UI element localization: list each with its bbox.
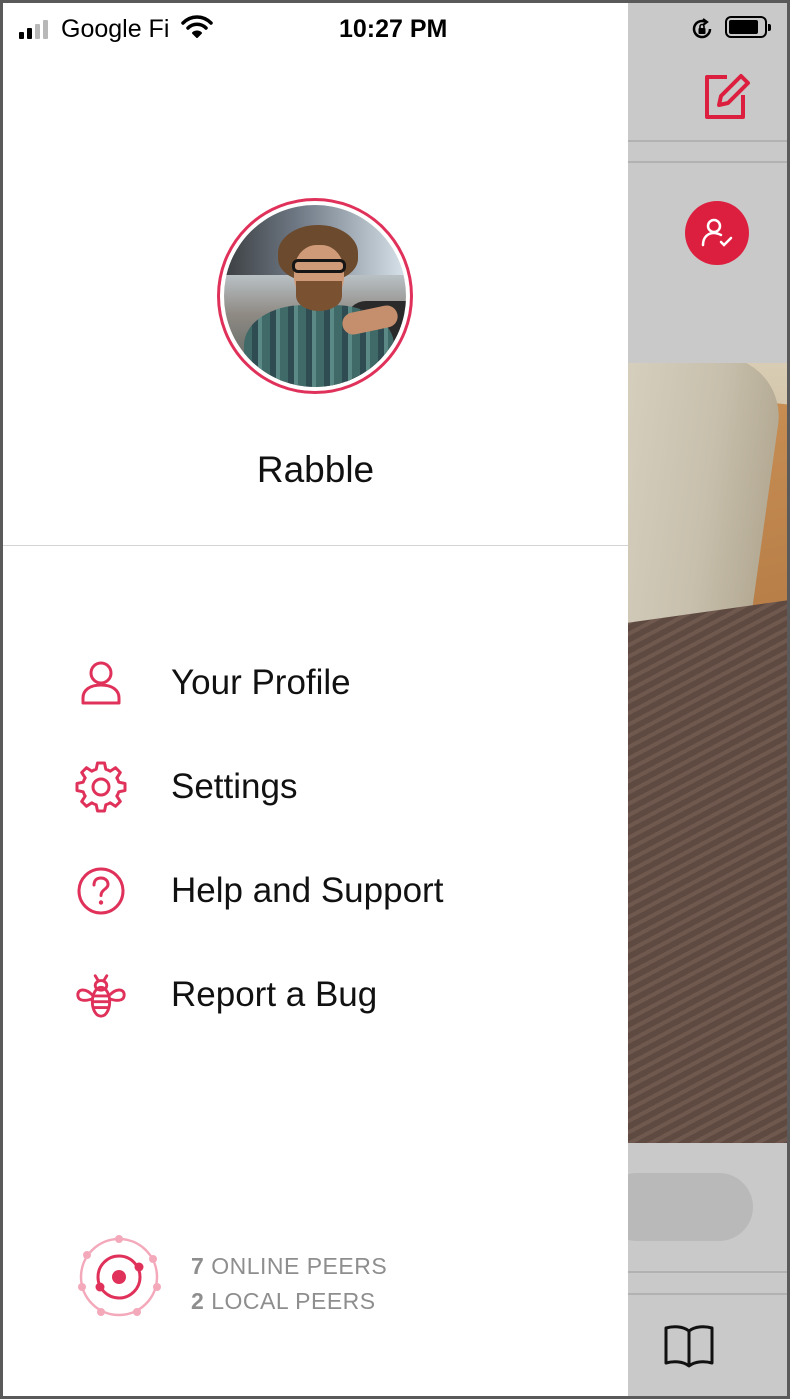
avatar-photo: [224, 205, 406, 387]
background-divider: [628, 1271, 787, 1273]
bug-icon: [75, 969, 127, 1021]
drawer-menu: Your Profile Settings Help and Support R…: [3, 631, 628, 1047]
drawer-divider: [3, 545, 628, 546]
status-time: 10:27 PM: [339, 15, 448, 43]
gear-icon: [75, 761, 127, 813]
menu-item-settings[interactable]: Settings: [3, 735, 628, 839]
peers-text: 7 ONLINE PEERS 2 LOCAL PEERS: [191, 1249, 387, 1319]
menu-label: Help and Support: [171, 871, 444, 910]
peers-network-icon: [73, 1231, 165, 1328]
compose-icon[interactable]: [697, 67, 753, 123]
online-peers-label: ONLINE PEERS: [211, 1253, 388, 1279]
status-bar: Google Fi 10:27 PM: [3, 3, 787, 55]
rotation-lock-icon: [690, 17, 714, 46]
local-peers-line: 2 LOCAL PEERS: [191, 1284, 387, 1319]
peer-status-badge[interactable]: [685, 201, 749, 265]
side-drawer: Rabble Your Profile Settings Help and Su…: [3, 3, 628, 1396]
background-divider: [628, 1293, 787, 1295]
wifi-icon: [181, 15, 213, 44]
menu-item-your-profile[interactable]: Your Profile: [3, 631, 628, 735]
book-icon[interactable]: [663, 1323, 715, 1374]
peers-status[interactable]: 7 ONLINE PEERS 2 LOCAL PEERS: [73, 1231, 473, 1327]
question-icon: [75, 865, 127, 917]
local-peers-label: LOCAL PEERS: [211, 1288, 376, 1314]
phone-screen: Rabble Your Profile Settings Help and Su…: [3, 3, 787, 1396]
background-photo: [628, 363, 787, 1143]
profile-avatar[interactable]: [217, 198, 413, 394]
cellular-signal-icon: [19, 17, 48, 39]
local-peers-count: 2: [191, 1288, 205, 1314]
menu-item-help-and-support[interactable]: Help and Support: [3, 839, 628, 943]
menu-item-report-a-bug[interactable]: Report a Bug: [3, 943, 628, 1047]
background-divider: [628, 140, 787, 142]
battery-icon: [725, 16, 771, 38]
menu-label: Report a Bug: [171, 975, 378, 1014]
background-divider: [628, 161, 787, 163]
person-icon: [75, 657, 127, 709]
menu-label: Settings: [171, 767, 298, 806]
profile-name: Rabble: [256, 449, 375, 490]
online-peers-count: 7: [191, 1253, 205, 1279]
online-peers-line: 7 ONLINE PEERS: [191, 1249, 387, 1284]
menu-label: Your Profile: [171, 663, 351, 702]
carrier-name: Google Fi: [61, 15, 170, 43]
person-check-icon: [701, 218, 733, 247]
